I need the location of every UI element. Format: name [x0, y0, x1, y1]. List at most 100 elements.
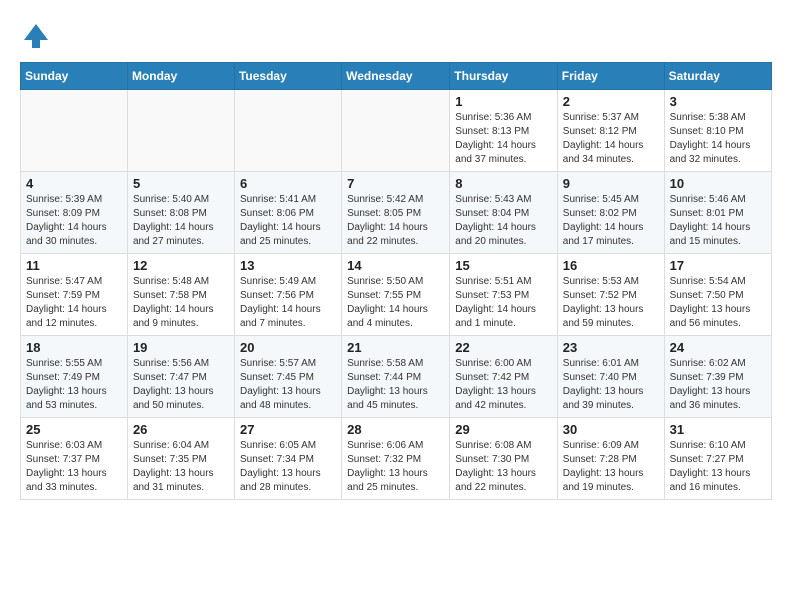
day-info: Sunrise: 6:04 AM Sunset: 7:35 PM Dayligh… — [133, 439, 229, 495]
logo-icon — [20, 20, 52, 52]
weekday-header: Sunday — [21, 63, 128, 90]
day-number: 31 — [670, 422, 766, 437]
day-number: 29 — [455, 422, 552, 437]
day-info: Sunrise: 6:02 AM Sunset: 7:39 PM Dayligh… — [670, 357, 766, 413]
calendar-cell — [342, 90, 450, 172]
calendar-cell: 29 Sunrise: 6:08 AM Sunset: 7:30 PM Dayli… — [450, 418, 558, 500]
calendar-cell: 11 Sunrise: 5:47 AM Sunset: 7:59 PM Dayli… — [21, 254, 128, 336]
weekday-header: Thursday — [450, 63, 558, 90]
day-number: 23 — [563, 340, 659, 355]
calendar-cell: 14 Sunrise: 5:50 AM Sunset: 7:55 PM Dayli… — [342, 254, 450, 336]
day-info: Sunrise: 5:56 AM Sunset: 7:47 PM Dayligh… — [133, 357, 229, 413]
day-number: 25 — [26, 422, 122, 437]
calendar-week-row: 11 Sunrise: 5:47 AM Sunset: 7:59 PM Dayli… — [21, 254, 772, 336]
day-info: Sunrise: 5:37 AM Sunset: 8:12 PM Dayligh… — [563, 111, 659, 167]
calendar-cell: 18 Sunrise: 5:55 AM Sunset: 7:49 PM Dayli… — [21, 336, 128, 418]
day-number: 2 — [563, 94, 659, 109]
day-info: Sunrise: 5:41 AM Sunset: 8:06 PM Dayligh… — [240, 193, 336, 249]
calendar-cell: 2 Sunrise: 5:37 AM Sunset: 8:12 PM Daylig… — [557, 90, 664, 172]
day-info: Sunrise: 5:39 AM Sunset: 8:09 PM Dayligh… — [26, 193, 122, 249]
calendar-cell: 31 Sunrise: 6:10 AM Sunset: 7:27 PM Dayli… — [664, 418, 771, 500]
calendar-cell: 10 Sunrise: 5:46 AM Sunset: 8:01 PM Dayli… — [664, 172, 771, 254]
calendar-cell: 23Sunrise: 6:01 AM Sunset: 7:40 PM Dayli… — [557, 336, 664, 418]
day-info: Sunrise: 5:50 AM Sunset: 7:55 PM Dayligh… — [347, 275, 444, 331]
calendar-cell: 6 Sunrise: 5:41 AM Sunset: 8:06 PM Daylig… — [234, 172, 341, 254]
day-info: Sunrise: 5:58 AM Sunset: 7:44 PM Dayligh… — [347, 357, 444, 413]
day-number: 20 — [240, 340, 336, 355]
day-info: Sunrise: 5:46 AM Sunset: 8:01 PM Dayligh… — [670, 193, 766, 249]
day-info: Sunrise: 6:08 AM Sunset: 7:30 PM Dayligh… — [455, 439, 552, 495]
calendar-cell: 27Sunrise: 6:05 AM Sunset: 7:34 PM Dayli… — [234, 418, 341, 500]
day-info: Sunrise: 6:10 AM Sunset: 7:27 PM Dayligh… — [670, 439, 766, 495]
day-number: 5 — [133, 176, 229, 191]
day-number: 1 — [455, 94, 552, 109]
day-number: 27 — [240, 422, 336, 437]
calendar-table: SundayMondayTuesdayWednesdayThursdayFrid… — [20, 62, 772, 500]
weekday-header-row: SundayMondayTuesdayWednesdayThursdayFrid… — [21, 63, 772, 90]
calendar-cell: 13 Sunrise: 5:49 AM Sunset: 7:56 PM Dayli… — [234, 254, 341, 336]
calendar-cell: 25Sunrise: 6:03 AM Sunset: 7:37 PM Dayli… — [21, 418, 128, 500]
day-info: Sunrise: 5:51 AM Sunset: 7:53 PM Dayligh… — [455, 275, 552, 331]
day-number: 30 — [563, 422, 659, 437]
logo — [20, 20, 56, 52]
calendar-cell: 5 Sunrise: 5:40 AM Sunset: 8:08 PM Daylig… — [127, 172, 234, 254]
calendar-cell: 28 Sunrise: 6:06 AM Sunset: 7:32 PM Dayli… — [342, 418, 450, 500]
day-number: 10 — [670, 176, 766, 191]
calendar-cell: 12 Sunrise: 5:48 AM Sunset: 7:58 PM Dayli… — [127, 254, 234, 336]
day-info: Sunrise: 5:48 AM Sunset: 7:58 PM Dayligh… — [133, 275, 229, 331]
weekday-header: Saturday — [664, 63, 771, 90]
calendar-cell: 9Sunrise: 5:45 AM Sunset: 8:02 PM Daylig… — [557, 172, 664, 254]
day-number: 13 — [240, 258, 336, 273]
day-number: 6 — [240, 176, 336, 191]
day-number: 11 — [26, 258, 122, 273]
day-number: 12 — [133, 258, 229, 273]
day-number: 19 — [133, 340, 229, 355]
calendar-cell: 22 Sunrise: 6:00 AM Sunset: 7:42 PM Dayli… — [450, 336, 558, 418]
page-header — [20, 20, 772, 52]
day-number: 22 — [455, 340, 552, 355]
weekday-header: Tuesday — [234, 63, 341, 90]
day-number: 9 — [563, 176, 659, 191]
calendar-cell: 20Sunrise: 5:57 AM Sunset: 7:45 PM Dayli… — [234, 336, 341, 418]
day-number: 15 — [455, 258, 552, 273]
day-number: 26 — [133, 422, 229, 437]
calendar-week-row: 25Sunrise: 6:03 AM Sunset: 7:37 PM Dayli… — [21, 418, 772, 500]
calendar-cell — [127, 90, 234, 172]
day-info: Sunrise: 6:00 AM Sunset: 7:42 PM Dayligh… — [455, 357, 552, 413]
weekday-header: Monday — [127, 63, 234, 90]
calendar-cell — [234, 90, 341, 172]
day-info: Sunrise: 5:43 AM Sunset: 8:04 PM Dayligh… — [455, 193, 552, 249]
calendar-week-row: 18 Sunrise: 5:55 AM Sunset: 7:49 PM Dayli… — [21, 336, 772, 418]
weekday-header: Wednesday — [342, 63, 450, 90]
calendar-cell: 19 Sunrise: 5:56 AM Sunset: 7:47 PM Dayli… — [127, 336, 234, 418]
calendar-cell: 26 Sunrise: 6:04 AM Sunset: 7:35 PM Dayli… — [127, 418, 234, 500]
calendar-cell: 15 Sunrise: 5:51 AM Sunset: 7:53 PM Dayli… — [450, 254, 558, 336]
day-number: 8 — [455, 176, 552, 191]
day-number: 16 — [563, 258, 659, 273]
calendar-cell: 4Sunrise: 5:39 AM Sunset: 8:09 PM Daylig… — [21, 172, 128, 254]
day-number: 3 — [670, 94, 766, 109]
calendar-week-row: 1 Sunrise: 5:36 AM Sunset: 8:13 PM Daylig… — [21, 90, 772, 172]
day-number: 24 — [670, 340, 766, 355]
day-info: Sunrise: 5:47 AM Sunset: 7:59 PM Dayligh… — [26, 275, 122, 331]
day-number: 28 — [347, 422, 444, 437]
calendar-cell: 17Sunrise: 5:54 AM Sunset: 7:50 PM Dayli… — [664, 254, 771, 336]
day-number: 14 — [347, 258, 444, 273]
day-info: Sunrise: 5:42 AM Sunset: 8:05 PM Dayligh… — [347, 193, 444, 249]
calendar-cell — [21, 90, 128, 172]
day-info: Sunrise: 5:49 AM Sunset: 7:56 PM Dayligh… — [240, 275, 336, 331]
day-info: Sunrise: 5:40 AM Sunset: 8:08 PM Dayligh… — [133, 193, 229, 249]
calendar-week-row: 4Sunrise: 5:39 AM Sunset: 8:09 PM Daylig… — [21, 172, 772, 254]
day-number: 18 — [26, 340, 122, 355]
day-info: Sunrise: 6:06 AM Sunset: 7:32 PM Dayligh… — [347, 439, 444, 495]
weekday-header: Friday — [557, 63, 664, 90]
calendar-cell: 8 Sunrise: 5:43 AM Sunset: 8:04 PM Daylig… — [450, 172, 558, 254]
day-info: Sunrise: 5:36 AM Sunset: 8:13 PM Dayligh… — [455, 111, 552, 167]
day-number: 7 — [347, 176, 444, 191]
day-info: Sunrise: 6:09 AM Sunset: 7:28 PM Dayligh… — [563, 439, 659, 495]
day-info: Sunrise: 5:55 AM Sunset: 7:49 PM Dayligh… — [26, 357, 122, 413]
calendar-cell: 30 Sunrise: 6:09 AM Sunset: 7:28 PM Dayli… — [557, 418, 664, 500]
calendar-cell: 3Sunrise: 5:38 AM Sunset: 8:10 PM Daylig… — [664, 90, 771, 172]
day-number: 21 — [347, 340, 444, 355]
calendar-cell: 21 Sunrise: 5:58 AM Sunset: 7:44 PM Dayli… — [342, 336, 450, 418]
